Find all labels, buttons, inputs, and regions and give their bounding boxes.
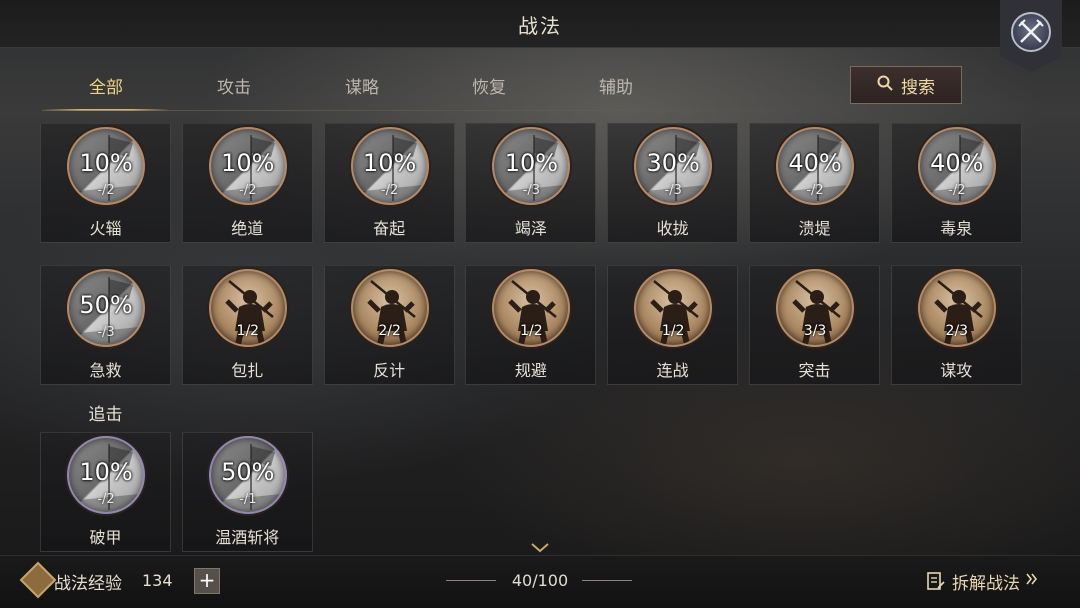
skill-level-count: -/2 xyxy=(948,183,966,198)
search-icon xyxy=(877,75,893,96)
skill-level-count: 2/2 xyxy=(378,323,401,339)
dismantle-label: 拆解战法 xyxy=(952,573,1020,594)
tab-attack[interactable]: 攻击 xyxy=(170,66,298,110)
skill-name: 谋攻 xyxy=(940,361,973,380)
skill-card[interactable]: 40% -/2 毒泉 xyxy=(890,123,1022,243)
skill-unlock-percent: 10% xyxy=(362,149,417,177)
page-title: 战法 xyxy=(518,14,562,38)
skill-name: 收拢 xyxy=(656,219,689,238)
skill-name: 破甲 xyxy=(89,528,122,547)
skill-level-count: -/1 xyxy=(239,492,257,507)
skill-level-count: -/3 xyxy=(664,183,682,198)
skill-unlock-percent: 30% xyxy=(646,149,700,177)
skill-name: 规避 xyxy=(514,361,547,380)
skill-card[interactable]: 10% -/2 绝道 xyxy=(181,123,313,243)
skill-level-count: -/3 xyxy=(97,325,115,340)
skill-name: 绝道 xyxy=(231,219,264,238)
skill-unlock-percent: 50% xyxy=(79,291,133,319)
skill-medal-icon: 50% -/3 xyxy=(67,269,145,347)
skill-level-count: -/3 xyxy=(522,183,541,198)
skill-medal-icon: 30% -/3 xyxy=(634,127,713,205)
skill-name: 火辎 xyxy=(89,219,122,238)
close-button[interactable] xyxy=(1000,0,1062,72)
skill-card[interactable]: 10% -/2 奋起 xyxy=(323,123,455,243)
skill-medal-icon: 10% -/3 xyxy=(492,127,571,205)
skill-unlock-percent: 40% xyxy=(930,149,984,177)
skill-card[interactable]: 10% -/3 竭泽 xyxy=(465,123,597,243)
skill-card[interactable]: 50% -/1 温酒斩将 xyxy=(181,432,313,552)
skill-name: 急救 xyxy=(89,361,122,380)
skill-medal-icon: 2/3 xyxy=(917,269,996,347)
skill-card[interactable]: 40% -/2 溃堤 xyxy=(749,123,880,243)
skill-level-count: 2/3 xyxy=(945,323,969,339)
skill-card[interactable]: 1/2 包扎 xyxy=(181,265,313,385)
skill-level-count: 1/2 xyxy=(520,323,543,339)
crossed-swords-icon xyxy=(1011,12,1051,52)
skill-name: 温酒斩将 xyxy=(215,528,280,547)
skill-card[interactable]: 10% -/2 火辎 xyxy=(40,123,171,243)
skill-level-count: -/2 xyxy=(806,183,824,198)
document-edit-icon xyxy=(927,572,945,590)
skill-medal-icon: 1/2 xyxy=(634,269,713,347)
skill-medal-icon: 2/2 xyxy=(350,269,429,347)
tab-all[interactable]: 全部 xyxy=(42,66,170,111)
skill-name: 反计 xyxy=(373,361,406,380)
skill-unlock-percent: 10% xyxy=(79,149,133,177)
tab-strategy[interactable]: 谋略 xyxy=(298,66,426,110)
skill-medal-icon: 1/2 xyxy=(208,269,287,347)
add-exp-button[interactable]: + xyxy=(194,568,220,594)
skill-medal-icon: 10% -/2 xyxy=(208,127,287,205)
skill-card[interactable]: 10% -/2 破甲 xyxy=(40,432,171,552)
skill-name: 连战 xyxy=(656,361,689,380)
skill-name: 奋起 xyxy=(373,219,406,238)
skill-card[interactable]: 30% -/3 收拢 xyxy=(607,123,739,243)
skill-name: 包扎 xyxy=(231,361,264,380)
skill-level-count: -/2 xyxy=(239,183,257,198)
double-chevron-right-icon xyxy=(1026,571,1038,591)
section-title-pursuit: 追击 xyxy=(88,405,123,425)
dismantle-button[interactable]: 拆解战法 xyxy=(926,568,1038,594)
tab-support[interactable]: 辅助 xyxy=(552,66,680,110)
skill-level-count: -/2 xyxy=(380,183,399,198)
skill-level-count: 3/3 xyxy=(803,323,827,339)
skill-unlock-percent: 10% xyxy=(221,149,275,177)
exp-label: 战法经验 xyxy=(54,574,122,594)
skill-card[interactable]: 50% -/3 急救 xyxy=(40,265,171,385)
skill-name: 竭泽 xyxy=(514,219,547,238)
capacity-divider-right xyxy=(582,580,632,581)
skill-medal-icon: 10% -/2 xyxy=(350,127,429,205)
skill-unlock-percent: 50% xyxy=(221,458,275,486)
skill-card[interactable]: 2/2 反计 xyxy=(323,265,455,385)
skill-medal-icon: 10% -/2 xyxy=(67,127,145,205)
skill-medal-icon: 1/2 xyxy=(492,269,571,347)
skill-level-count: 1/2 xyxy=(661,323,685,339)
skill-card[interactable]: 1/2 连战 xyxy=(607,265,739,385)
search-label: 搜索 xyxy=(901,77,935,98)
skill-medal-icon: 3/3 xyxy=(776,269,854,347)
skill-level-count: -/2 xyxy=(97,492,115,507)
skill-medal-icon: 40% -/2 xyxy=(917,127,996,205)
skill-card[interactable]: 2/3 谋攻 xyxy=(890,265,1022,385)
capacity-divider-left xyxy=(446,580,496,581)
category-tabs: 全部 攻击 谋略 恢复 辅助 xyxy=(42,66,642,111)
skill-name: 突击 xyxy=(798,361,831,380)
skill-medal-icon: 40% -/2 xyxy=(776,127,854,205)
skill-level-count: -/2 xyxy=(97,183,115,198)
tab-recovery[interactable]: 恢复 xyxy=(425,66,553,110)
skill-unlock-percent: 40% xyxy=(788,149,842,177)
skill-unlock-percent: 10% xyxy=(79,458,133,486)
exp-value: 134 xyxy=(142,571,173,590)
skill-name: 毒泉 xyxy=(940,219,973,238)
skill-unlock-percent: 10% xyxy=(504,149,559,177)
search-button[interactable]: 搜索 xyxy=(850,66,962,104)
tab-divider xyxy=(42,110,842,111)
chevron-down-icon[interactable] xyxy=(530,541,550,555)
skill-name: 溃堤 xyxy=(798,219,831,238)
skill-card[interactable]: 3/3 突击 xyxy=(749,265,880,385)
skill-level-count: 1/2 xyxy=(236,323,260,339)
skill-capacity: 40/100 xyxy=(511,571,569,590)
skill-medal-icon: 50% -/1 xyxy=(208,436,287,514)
skill-medal-icon: 10% -/2 xyxy=(67,436,145,514)
skill-card[interactable]: 1/2 规避 xyxy=(465,265,597,385)
